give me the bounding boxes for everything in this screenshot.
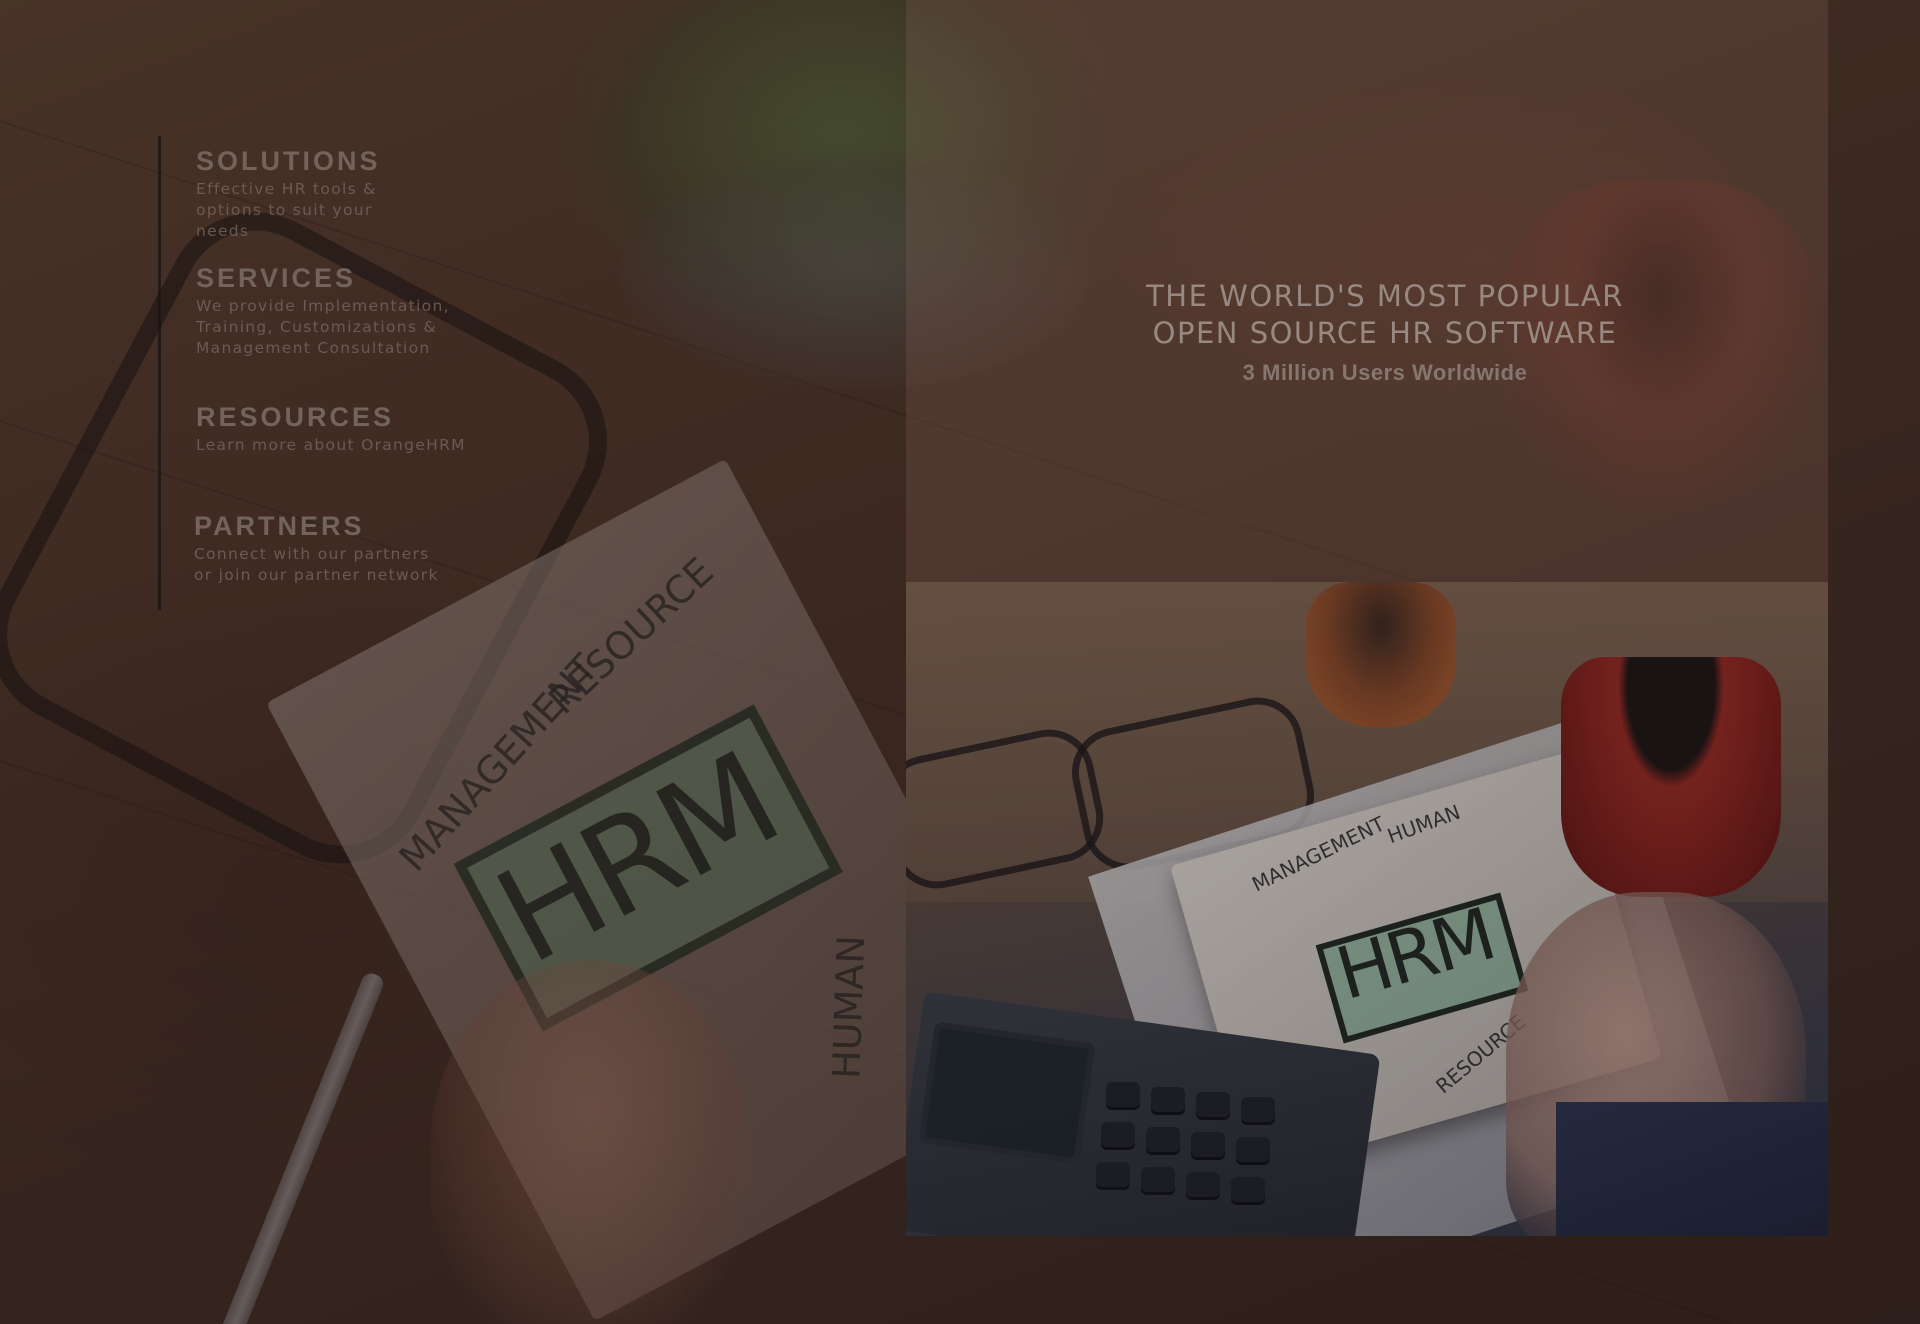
menu-item-description-line: Management Consultation [196,339,431,357]
menu-item-description: We provide Implementation, Training, Cus… [196,296,496,359]
menu-item-title: SERVICES [196,263,357,293]
menu-item-solutions[interactable]: SOLUTIONS Effective HR tools & options t… [196,145,496,242]
menu-item-description-line: Connect with our partners [194,545,430,563]
menu-item-services[interactable]: SERVICES We provide Implementation, Trai… [196,262,496,359]
menu-item-description-line: or join our partner network [194,566,439,584]
menu-item-description-line: options to suit your [196,201,373,219]
menu-item-title: PARTNERS [194,511,365,541]
menu-item-title: SOLUTIONS [196,146,381,176]
menu-divider [158,136,161,254]
hero-subtitle: 3 Million Users Worldwide [1242,360,1528,385]
menu-item-description-line: Learn more about OrangeHRM [196,436,466,454]
menu-item-description: Learn more about OrangeHRM [196,435,496,456]
page-root: MANAGEMENT RESOURCE HRM HUMAN SOLUTIONS … [0,0,1920,1324]
menu-item-title: RESOURCES [196,402,395,432]
menu-item-description-line: Effective HR tools & [196,180,377,198]
menu-item-description-line: We provide Implementation, [196,297,450,315]
menu-item-resources[interactable]: RESOURCES Learn more about OrangeHRM [196,401,496,456]
menu-item-partners[interactable]: PARTNERS Connect with our partners or jo… [194,510,494,586]
menu-divider [158,492,161,610]
photo-shade [906,582,1828,1236]
hero-title-line: OPEN SOURCE HR SOFTWARE [1152,316,1618,350]
hero-title-line: THE WORLD'S MOST POPULAR [1146,279,1624,313]
menu-item-description: Effective HR tools & options to suit you… [196,179,496,242]
menu-divider [158,254,161,372]
menu-item-description-line: Training, Customizations & [196,318,437,336]
hero-headline: THE WORLD'S MOST POPULAR OPEN SOURCE HR … [1060,278,1710,386]
menu-divider [158,372,161,492]
menu-item-description-line: needs [196,222,250,240]
hrm-desk-photo: MANAGEMENT HUMAN HRM RESOURCE [906,582,1828,1236]
menu-item-description: Connect with our partners or join our pa… [194,544,494,586]
